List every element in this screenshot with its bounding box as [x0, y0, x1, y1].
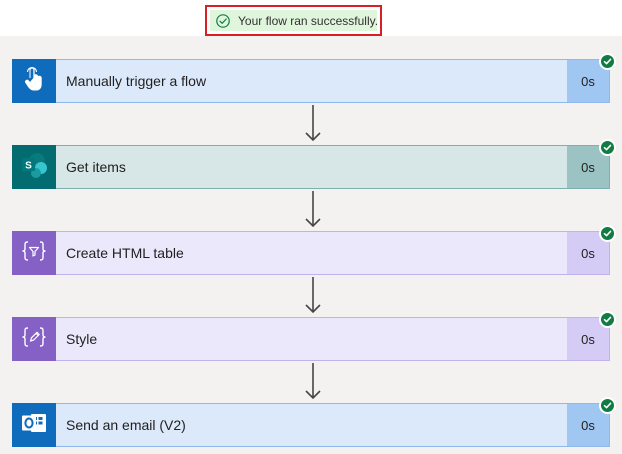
check-circle-icon [216, 13, 230, 28]
step-icon-tile [12, 403, 56, 447]
step-card-send-email[interactable]: Send an email (V2) 0s [12, 397, 616, 447]
down-arrow-icon [305, 277, 321, 314]
success-check-icon [599, 311, 616, 328]
success-banner-text: Your flow ran successfully. [238, 13, 379, 28]
svg-text:S: S [25, 160, 32, 171]
sharepoint-icon: S [19, 150, 49, 185]
success-banner-body: Your flow ran successfully. [210, 10, 379, 31]
step-icon-tile [12, 231, 56, 275]
data-operation-icon [21, 240, 47, 267]
success-check-icon [599, 139, 616, 156]
step-card-create-html-table[interactable]: Create HTML table 0s [12, 225, 616, 275]
step-card-manual-trigger[interactable]: Manually trigger a flow 0s [12, 53, 616, 103]
step-title: Create HTML table [66, 245, 184, 261]
down-arrow-icon [305, 105, 321, 142]
success-check-icon [599, 225, 616, 242]
step-icon-tile: S [12, 145, 56, 189]
success-check-icon [599, 53, 616, 70]
success-check-icon [599, 397, 616, 414]
success-banner: Your flow ran successfully. [205, 5, 382, 36]
step-icon-tile [12, 59, 56, 103]
step-icon-tile [12, 317, 56, 361]
step-title: Style [66, 331, 98, 347]
touch-hand-icon [23, 66, 45, 97]
outlook-icon [20, 410, 48, 441]
step-card-style[interactable]: Style 0s [12, 311, 616, 361]
step-title: Get items [66, 159, 126, 175]
step-title: Manually trigger a flow [66, 73, 207, 89]
down-arrow-icon [305, 363, 321, 400]
compose-icon [21, 326, 47, 353]
down-arrow-icon [305, 191, 321, 228]
step-title: Send an email (V2) [66, 417, 186, 433]
step-card-get-items[interactable]: S Get items 0s [12, 139, 616, 189]
